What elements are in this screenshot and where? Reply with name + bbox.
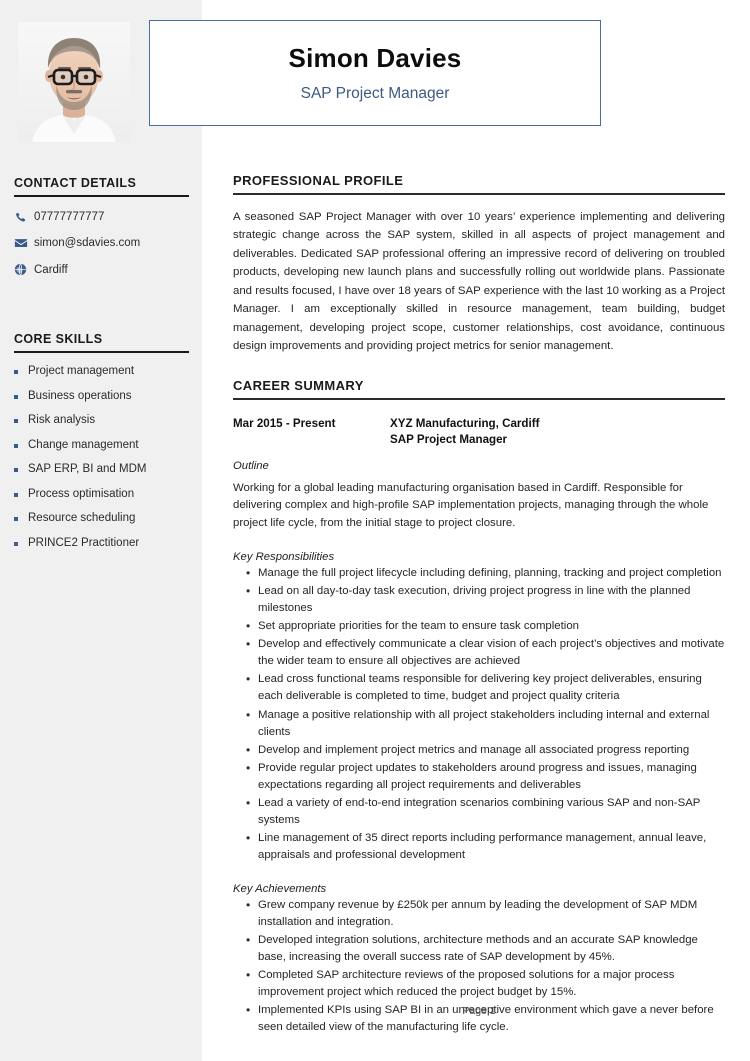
contact-value-phone: 07777777777 <box>34 210 105 223</box>
square-bullet-icon <box>14 390 28 399</box>
square-bullet-icon <box>14 439 28 448</box>
core-skills-list: Project management Business operations R… <box>14 365 189 549</box>
job-company: XYZ Manufacturing, Cardiff <box>390 416 540 430</box>
key-achievements-label: Key Achievements <box>233 882 327 895</box>
list-item: Risk analysis <box>14 414 189 426</box>
key-responsibilities-list: Manage the full project lifecycle includ… <box>233 564 725 865</box>
contact-value-email: simon@sdavies.com <box>34 237 141 249</box>
list-item: Lead cross functional teams responsible … <box>233 670 725 705</box>
skill-label: PRINCE2 Practitioner <box>28 536 140 549</box>
list-item: Change management <box>14 439 189 451</box>
skill-label: Project management <box>28 365 135 377</box>
square-bullet-icon <box>14 414 28 423</box>
list-item: Set appropriate priorities for the team … <box>233 617 725 635</box>
square-bullet-icon <box>14 512 28 521</box>
phone-icon <box>14 210 31 223</box>
list-item: Line management of 35 direct reports inc… <box>233 829 725 864</box>
cv-page: CONTACT DETAILS 07777777777 simon@sdavie… <box>0 0 750 1061</box>
job-entry: Mar 2015 - Present XYZ Manufacturing, Ca… <box>233 416 725 1037</box>
list-item: Develop and effectively communicate a cl… <box>233 635 725 670</box>
job-title: SAP Project Manager <box>390 433 508 447</box>
square-bullet-icon <box>14 488 28 497</box>
headshot-photo-icon <box>18 22 130 142</box>
list-item: Develop and implement project metrics an… <box>233 741 725 759</box>
page-footer: Page 1 <box>462 1005 496 1017</box>
list-item: Project management <box>14 365 189 377</box>
sidebar: CONTACT DETAILS 07777777777 simon@sdavie… <box>0 0 202 1061</box>
square-bullet-icon <box>14 537 28 546</box>
page-title: Simon Davies <box>288 43 462 73</box>
core-skills-heading: CORE SKILLS <box>14 332 189 353</box>
core-skills-block: CORE SKILLS Project management Business … <box>14 332 189 561</box>
contact-list: 07777777777 simon@sdavies.com Cardiff <box>14 210 189 276</box>
skill-label: Resource scheduling <box>28 512 136 524</box>
main-content: PROFESSIONAL PROFILE A seasoned SAP Proj… <box>233 173 725 1037</box>
skill-label: Change management <box>28 438 139 451</box>
list-item: Process optimisation <box>14 488 189 500</box>
outline-text: Working for a global leading manufacturi… <box>233 481 709 529</box>
job-role-subtitle: SAP Project Manager <box>300 85 450 102</box>
career-summary-heading: CAREER SUMMARY <box>233 378 725 400</box>
list-item: Completed SAP architecture reviews of th… <box>233 966 725 1001</box>
avatar <box>18 22 130 142</box>
list-item: PRINCE2 Practitioner <box>14 537 189 549</box>
skill-label: Risk analysis <box>28 414 96 426</box>
contact-item-phone[interactable]: 07777777777 <box>14 210 189 223</box>
job-header: Mar 2015 - Present XYZ Manufacturing, Ca… <box>233 416 725 449</box>
list-item: Provide regular project updates to stake… <box>233 759 725 794</box>
skill-label: Process optimisation <box>28 487 135 500</box>
list-item: Manage a positive relationship with all … <box>233 706 725 741</box>
professional-profile-text: A seasoned SAP Project Manager with over… <box>233 211 725 353</box>
contact-details-heading: CONTACT DETAILS <box>14 176 189 197</box>
professional-profile-section: PROFESSIONAL PROFILE A seasoned SAP Proj… <box>233 173 725 356</box>
list-item: SAP ERP, BI and MDM <box>14 463 189 475</box>
list-item: Lead on all day-to-day task execution, d… <box>233 582 725 617</box>
professional-profile-heading: PROFESSIONAL PROFILE <box>233 173 725 195</box>
job-company-title: XYZ Manufacturing, Cardiff SAP Project M… <box>390 416 539 449</box>
list-item: Lead a variety of end-to-end integration… <box>233 794 725 829</box>
list-item: Grew company revenue by £250k per annum … <box>233 896 725 931</box>
skill-label: Business operations <box>28 389 132 402</box>
contact-details-block: CONTACT DETAILS 07777777777 simon@sdavie… <box>14 176 189 289</box>
contact-value-location: Cardiff <box>34 263 68 276</box>
list-item: Manage the full project lifecycle includ… <box>233 564 725 582</box>
name-header-box: Simon Davies SAP Project Manager <box>149 20 601 126</box>
square-bullet-icon <box>14 463 28 472</box>
outline-label: Outline <box>233 459 269 472</box>
key-responsibilities-label: Key Responsibilities <box>233 550 335 563</box>
list-item: Resource scheduling <box>14 512 189 524</box>
career-summary-section: CAREER SUMMARY Mar 2015 - Present XYZ Ma… <box>233 378 725 1037</box>
square-bullet-icon <box>14 365 28 374</box>
list-item: Developed integration solutions, archite… <box>233 931 725 966</box>
list-item: Business operations <box>14 390 189 402</box>
job-dates: Mar 2015 - Present <box>233 416 336 430</box>
contact-item-email[interactable]: simon@sdavies.com <box>14 236 189 250</box>
contact-item-location[interactable]: Cardiff <box>14 263 189 276</box>
skill-label: SAP ERP, BI and MDM <box>28 463 147 475</box>
globe-icon <box>14 263 31 276</box>
envelope-icon <box>14 236 31 250</box>
